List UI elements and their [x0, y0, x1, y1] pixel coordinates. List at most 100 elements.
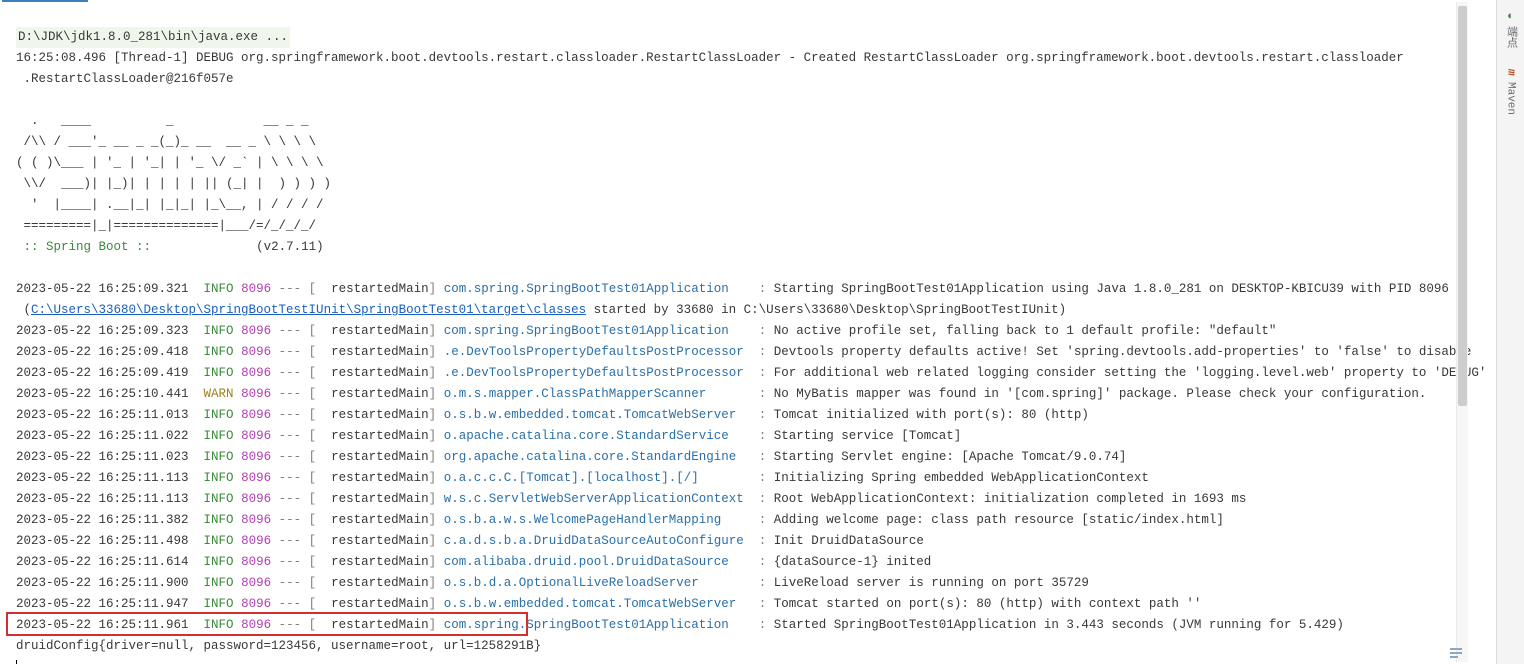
log-msg: No MyBatis mapper was found in '[com.spr…: [774, 387, 1427, 401]
log-logger: o.a.c.c.C.[Tomcat].[localhost].[/]: [444, 471, 699, 485]
log-ts: 2023-05-22 16:25:11.498: [16, 534, 189, 548]
log-level: INFO: [204, 618, 234, 632]
console-panel: D:\JDK\jdk1.8.0_281\bin\java.exe ... 16:…: [0, 0, 1496, 664]
log-msg: Started SpringBootTest01Application in 3…: [774, 618, 1344, 632]
log-level: INFO: [204, 471, 234, 485]
spring-boot-version: (v2.7.11): [256, 240, 324, 254]
log-msg: Initializing Spring embedded WebApplicat…: [774, 471, 1149, 485]
log-msg: Starting service [Tomcat]: [774, 429, 962, 443]
log-pid: 8096: [241, 492, 271, 506]
log-ts: 2023-05-22 16:25:11.947: [16, 597, 189, 611]
log-pid: 8096: [241, 513, 271, 527]
text-cursor: [16, 660, 17, 664]
log-pid: 8096: [241, 576, 271, 590]
spring-boot-label: :: Spring Boot ::: [16, 240, 159, 254]
settings-icon[interactable]: [1448, 644, 1464, 660]
log-thread: restartedMain: [316, 555, 429, 569]
log-pid: 8096: [241, 555, 271, 569]
log-logger: c.a.d.s.b.a.DruidDataSourceAutoConfigure: [444, 534, 744, 548]
log-level: WARN: [204, 387, 234, 401]
tool-maven[interactable]: m Maven: [1502, 62, 1519, 119]
log-ts: 2023-05-22 16:25:11.961: [16, 618, 189, 632]
log-msg: Starting SpringBootTest01Application usi…: [774, 282, 1457, 296]
log-pid: 8096: [241, 618, 271, 632]
log-thread: restartedMain: [316, 492, 429, 506]
log-pid: 8096: [241, 387, 271, 401]
log-logger: com.spring.SpringBootTest01Application: [444, 324, 729, 338]
log-ts: 2023-05-22 16:25:11.382: [16, 513, 189, 527]
log-logger: o.s.b.w.embedded.tomcat.TomcatWebServer: [444, 597, 737, 611]
log-thread: restartedMain: [316, 513, 429, 527]
classpath-link[interactable]: C:\Users\33680\Desktop\SpringBootTestIUn…: [31, 303, 586, 317]
log-thread: restartedMain: [316, 387, 429, 401]
log-level: INFO: [204, 408, 234, 422]
log-pid: 8096: [241, 450, 271, 464]
log-logger: o.s.b.a.w.s.WelcomePageHandlerMapping: [444, 513, 722, 527]
log-pid: 8096: [241, 534, 271, 548]
log-msg: Init DruidDataSource: [774, 534, 924, 548]
log-level: INFO: [204, 513, 234, 527]
maven-icon: m: [1504, 66, 1517, 79]
log-pid: 8096: [241, 324, 271, 338]
log-msg: Starting Servlet engine: [Apache Tomcat/…: [774, 450, 1127, 464]
log-thread: restartedMain: [316, 450, 429, 464]
log-logger: com.spring.SpringBootTest01Application: [444, 282, 729, 296]
log-msg: Devtools property defaults active! Set '…: [774, 345, 1472, 359]
run-command-line[interactable]: D:\JDK\jdk1.8.0_281\bin\java.exe ...: [16, 27, 290, 48]
banner-line: =========|_|==============|___/=/_/_/_/: [16, 219, 316, 233]
log-level: INFO: [204, 534, 234, 548]
right-tool-stripe: ◐ 端点 m Maven: [1496, 0, 1524, 664]
log-ts: 2023-05-22 16:25:11.900: [16, 576, 189, 590]
banner-line: \\/ ___)| |_)| | | | | || (_| | ) ) ) ): [16, 177, 331, 191]
log-ts: 2023-05-22 16:25:11.614: [16, 555, 189, 569]
log-level: INFO: [204, 282, 234, 296]
log-logger: com.alibaba.druid.pool.DruidDataSource: [444, 555, 729, 569]
tool-label: Maven: [1505, 82, 1517, 115]
log-pid: 8096: [241, 408, 271, 422]
log-logger: org.apache.catalina.core.StandardEngine: [444, 450, 737, 464]
log-thread: restartedMain: [316, 366, 429, 380]
log-thread: restartedMain: [316, 429, 429, 443]
log-ts: 2023-05-22 16:25:11.013: [16, 408, 189, 422]
active-tab-indicator: [2, 0, 88, 2]
log-msg: {dataSource-1} inited: [774, 555, 932, 569]
log-thread: restartedMain: [316, 408, 429, 422]
log-ts: 2023-05-22 16:25:11.023: [16, 450, 189, 464]
banner-line: /\\ / ___'_ __ _ _(_)_ __ __ _ \ \ \ \: [16, 135, 316, 149]
log-thread: restartedMain: [316, 282, 429, 296]
log-level: INFO: [204, 429, 234, 443]
log-level: INFO: [204, 576, 234, 590]
log-ts: 2023-05-22 16:25:11.113: [16, 471, 189, 485]
log-msg-open: (: [16, 303, 31, 317]
log-logger: w.s.c.ServletWebServerApplicationContext: [444, 492, 744, 506]
tool-endpoints[interactable]: ◐ 端点: [1501, 6, 1521, 52]
scrollbar-thumb[interactable]: [1458, 6, 1467, 406]
log-level: INFO: [204, 366, 234, 380]
log-level: INFO: [204, 324, 234, 338]
log-pid: 8096: [241, 282, 271, 296]
log-msg: Adding welcome page: class path resource…: [774, 513, 1224, 527]
log-msg: LiveReload server is running on port 357…: [774, 576, 1089, 590]
log-thread: restartedMain: [316, 576, 429, 590]
log-ts: 2023-05-22 16:25:09.419: [16, 366, 189, 380]
log-ts: 2023-05-22 16:25:10.441: [16, 387, 189, 401]
log-logger: .e.DevToolsPropertyDefaultsPostProcessor: [444, 366, 744, 380]
log-msg: Tomcat started on port(s): 80 (http) wit…: [774, 597, 1202, 611]
globe-icon: ◐: [1504, 10, 1517, 23]
log-msg-tail: started by 33680 in C:\Users\33680\Deskt…: [586, 303, 1066, 317]
log-logger: o.s.b.d.a.OptionalLiveReloadServer: [444, 576, 699, 590]
log-logger: o.s.b.w.embedded.tomcat.TomcatWebServer: [444, 408, 737, 422]
console-output[interactable]: D:\JDK\jdk1.8.0_281\bin\java.exe ... 16:…: [0, 2, 1496, 664]
log-ts: 2023-05-22 16:25:09.323: [16, 324, 189, 338]
log-line: 16:25:08.496 [Thread-1] DEBUG org.spring…: [16, 51, 1404, 65]
log-pid: 8096: [241, 366, 271, 380]
vertical-scrollbar[interactable]: [1456, 2, 1468, 662]
log-level: INFO: [204, 597, 234, 611]
log-logger: com.spring.SpringBootTest01Application: [444, 618, 729, 632]
log-thread: restartedMain: [316, 534, 429, 548]
log-msg: For additional web related logging consi…: [774, 366, 1487, 380]
log-pid: 8096: [241, 429, 271, 443]
log-line: .RestartClassLoader@216f057e: [16, 72, 234, 86]
log-thread: restartedMain: [316, 471, 429, 485]
log-level: INFO: [204, 492, 234, 506]
